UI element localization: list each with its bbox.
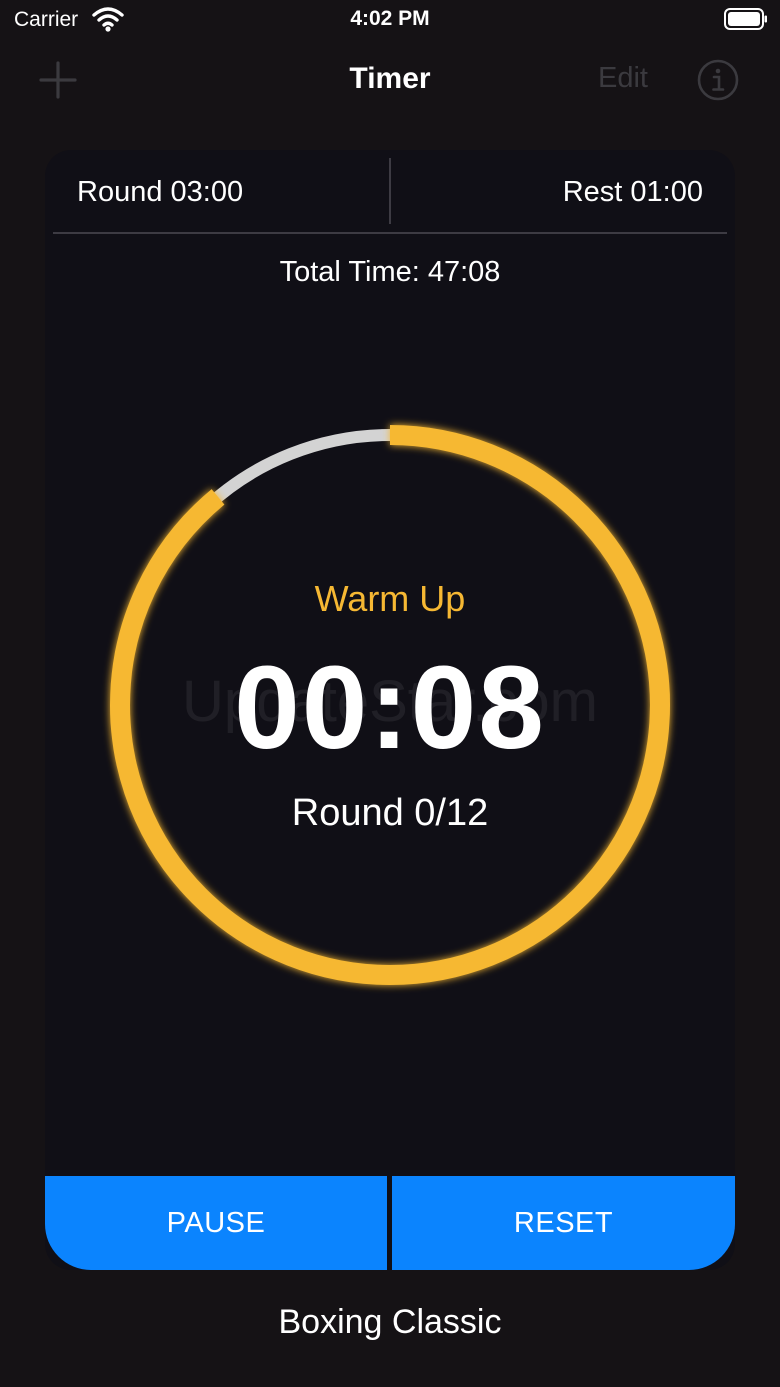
control-buttons: PAUSE RESET	[45, 1176, 735, 1270]
nav-title: Timer	[349, 62, 431, 95]
nav-bar: Timer Edit	[0, 48, 780, 112]
reset-button[interactable]: RESET	[392, 1176, 735, 1270]
interval-divider	[389, 158, 391, 224]
total-time: Total Time: 47:08	[279, 256, 501, 288]
phase-label: Warm Up	[314, 578, 466, 619]
countdown-display: 00:08	[234, 642, 546, 774]
rest-duration[interactable]: Rest 01:00	[563, 176, 703, 209]
pause-button[interactable]: PAUSE	[45, 1176, 387, 1270]
status-time: 4:02 PM	[350, 7, 430, 30]
info-icon[interactable]	[697, 59, 739, 101]
timer-card: Round 03:00 Rest 01:00 Total Time: 47:08…	[45, 150, 735, 1270]
preset-name[interactable]: Boxing Classic	[0, 1303, 780, 1342]
timer-screen: Carrier 4:02 PM Timer Edit Round 03:00 R…	[0, 0, 780, 1387]
round-duration[interactable]: Round 03:00	[77, 176, 243, 209]
edit-button[interactable]: Edit	[598, 62, 648, 95]
status-bar: Carrier 4:02 PM	[0, 0, 780, 44]
battery-icon	[724, 8, 767, 30]
interval-summary: Round 03:00 Rest 01:00	[53, 150, 727, 234]
round-counter: Round 0/12	[291, 792, 489, 834]
plus-icon[interactable]	[38, 60, 78, 100]
